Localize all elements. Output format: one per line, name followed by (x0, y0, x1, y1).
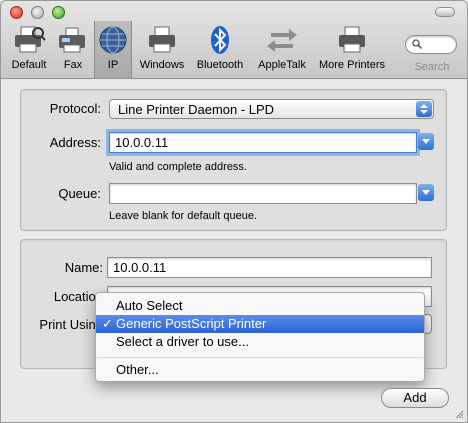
toolbar-item-ip[interactable]: IP (94, 21, 132, 78)
queue-field[interactable] (109, 183, 417, 204)
toolbar-item-label: Default (11, 59, 47, 71)
menu-item-auto-select[interactable]: Auto Select (96, 297, 424, 315)
address-label: Address: (49, 135, 101, 150)
toolbar-item-fax[interactable]: Fax (55, 25, 91, 77)
toolbar-item-default[interactable]: Default (5, 25, 53, 77)
protocol-label: Protocol: (49, 101, 101, 116)
minimize-window-button[interactable] (31, 6, 44, 19)
print-using-label: Print Using (39, 317, 103, 332)
toolbar-item-windows[interactable]: Windows (136, 25, 188, 77)
queue-label: Queue: (58, 186, 101, 201)
toolbar-item-label: Fax (63, 59, 83, 71)
resize-grip-icon[interactable] (454, 409, 464, 419)
toolbar-item-label: Windows (139, 59, 185, 71)
bluetooth-icon (211, 26, 229, 54)
queue-combo-button[interactable] (418, 184, 434, 201)
checkmark-icon: ✓ (102, 316, 113, 331)
menu-item-generic-postscript[interactable]: ✓ Generic PostScript Printer (96, 315, 424, 333)
toolbar-item-label: IP (107, 59, 119, 71)
printer-icon (15, 26, 46, 53)
search-label: Search (414, 61, 450, 73)
location-label: Location (53, 289, 103, 304)
menu-item-label: Generic PostScript Printer (116, 316, 267, 331)
toolbar-item-appletalk[interactable]: AppleTalk (252, 25, 312, 77)
popup-arrows-icon (416, 101, 432, 117)
toolbar-item-bluetooth[interactable]: Bluetooth (193, 25, 247, 77)
address-field[interactable]: 10.0.0.11 (106, 129, 420, 156)
protocol-popup[interactable]: Line Printer Daemon - LPD (109, 99, 434, 119)
toolbar-item-label: Bluetooth (196, 59, 244, 71)
search-icon (412, 39, 422, 49)
close-window-button[interactable] (10, 6, 23, 19)
globe-icon (99, 26, 127, 54)
toolbar-item-label: AppleTalk (258, 59, 306, 71)
add-printer-window: Default Fax IP Windows Bluetooth AppleTa… (0, 0, 468, 423)
menu-item-other[interactable]: Other... (96, 361, 424, 379)
zoom-window-button[interactable] (52, 6, 65, 19)
add-button[interactable]: Add (381, 388, 449, 408)
fax-icon (59, 27, 85, 53)
name-field[interactable]: 10.0.0.11 (107, 257, 432, 278)
menu-separator (97, 357, 423, 358)
toolbar-item-label: More Printers (318, 59, 386, 71)
toolbar-item-more-printers[interactable]: More Printers (314, 25, 390, 77)
print-using-menu: Auto Select ✓ Generic PostScript Printer… (95, 292, 425, 382)
address-combo-button[interactable] (418, 133, 434, 150)
queue-hint: Leave blank for default queue. (109, 210, 258, 222)
protocol-value: Line Printer Daemon - LPD (118, 102, 275, 117)
address-hint: Valid and complete address. (109, 161, 247, 173)
toolbar: Default Fax IP Windows Bluetooth AppleTa… (1, 1, 467, 79)
search-input[interactable] (405, 35, 457, 54)
menu-item-select-driver[interactable]: Select a driver to use... (96, 333, 424, 351)
toolbar-toggle-button[interactable] (435, 7, 455, 17)
appletalk-icon (267, 29, 297, 52)
printer-icon (149, 26, 175, 53)
name-label: Name: (64, 260, 103, 275)
printer-icon (339, 26, 365, 53)
